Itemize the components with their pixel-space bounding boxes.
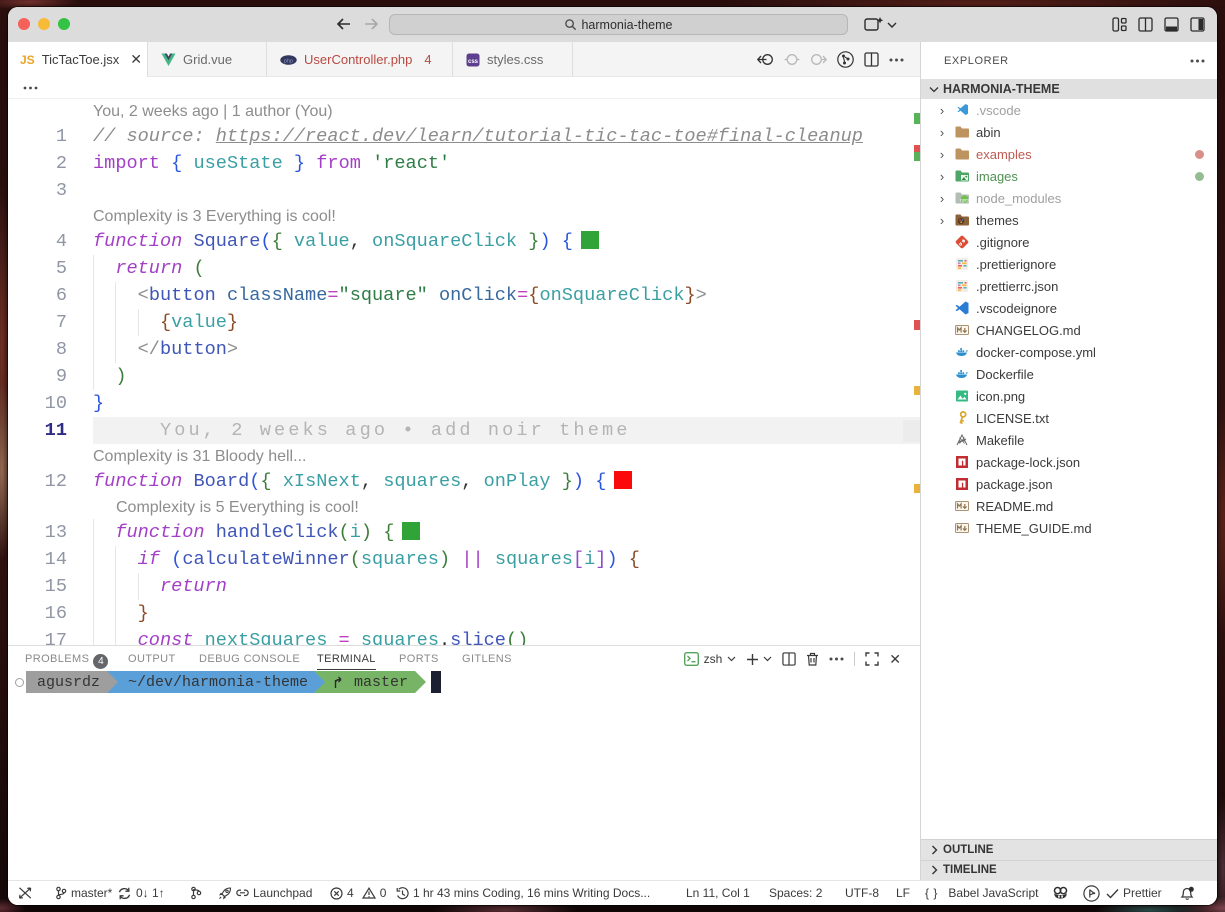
svg-text:css: css bbox=[468, 58, 479, 64]
svg-text:php: php bbox=[284, 58, 293, 64]
svg-text:npm: npm bbox=[960, 197, 969, 202]
